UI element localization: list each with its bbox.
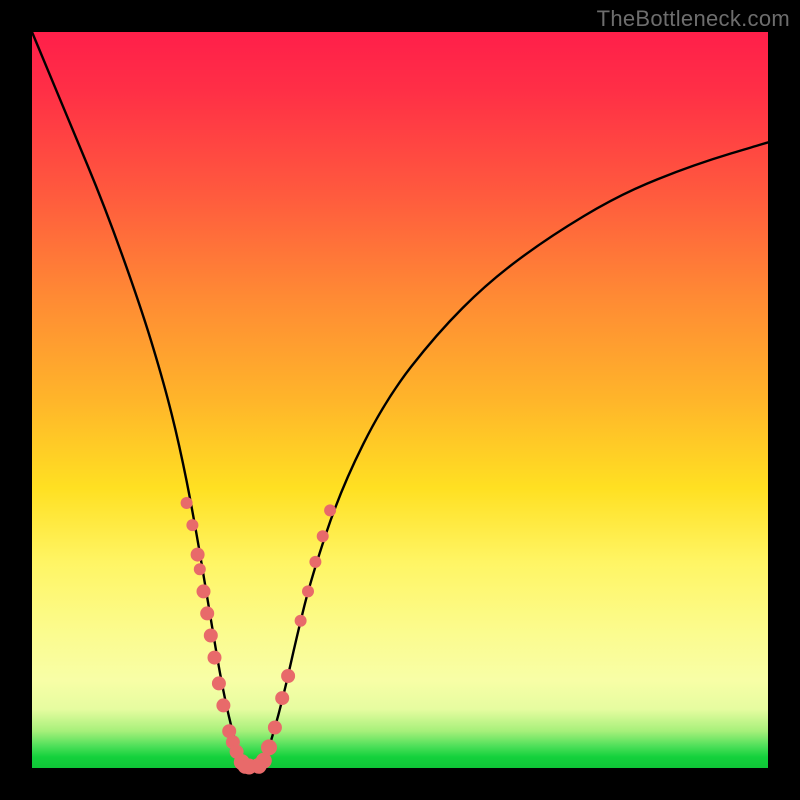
plot-area: [32, 32, 768, 768]
sample-dots: [181, 497, 337, 775]
sample-dot: [281, 669, 295, 683]
sample-dot: [268, 721, 282, 735]
sample-dot: [324, 504, 336, 516]
sample-dot: [194, 563, 206, 575]
sample-dot: [309, 556, 321, 568]
bottleneck-curve: [32, 32, 768, 768]
sample-dot: [275, 691, 289, 705]
sample-dot: [216, 698, 230, 712]
sample-dot: [197, 584, 211, 598]
sample-dot: [208, 651, 222, 665]
sample-dot: [191, 548, 205, 562]
sample-dot: [200, 606, 214, 620]
sample-dot: [212, 676, 226, 690]
sample-dot: [295, 615, 307, 627]
chart-svg: [32, 32, 768, 768]
sample-dot: [261, 739, 277, 755]
chart-frame: TheBottleneck.com: [0, 0, 800, 800]
sample-dot: [317, 530, 329, 542]
sample-dot: [181, 497, 193, 509]
watermark-label: TheBottleneck.com: [597, 6, 790, 32]
sample-dot: [204, 629, 218, 643]
sample-dot: [302, 585, 314, 597]
sample-dot: [186, 519, 198, 531]
